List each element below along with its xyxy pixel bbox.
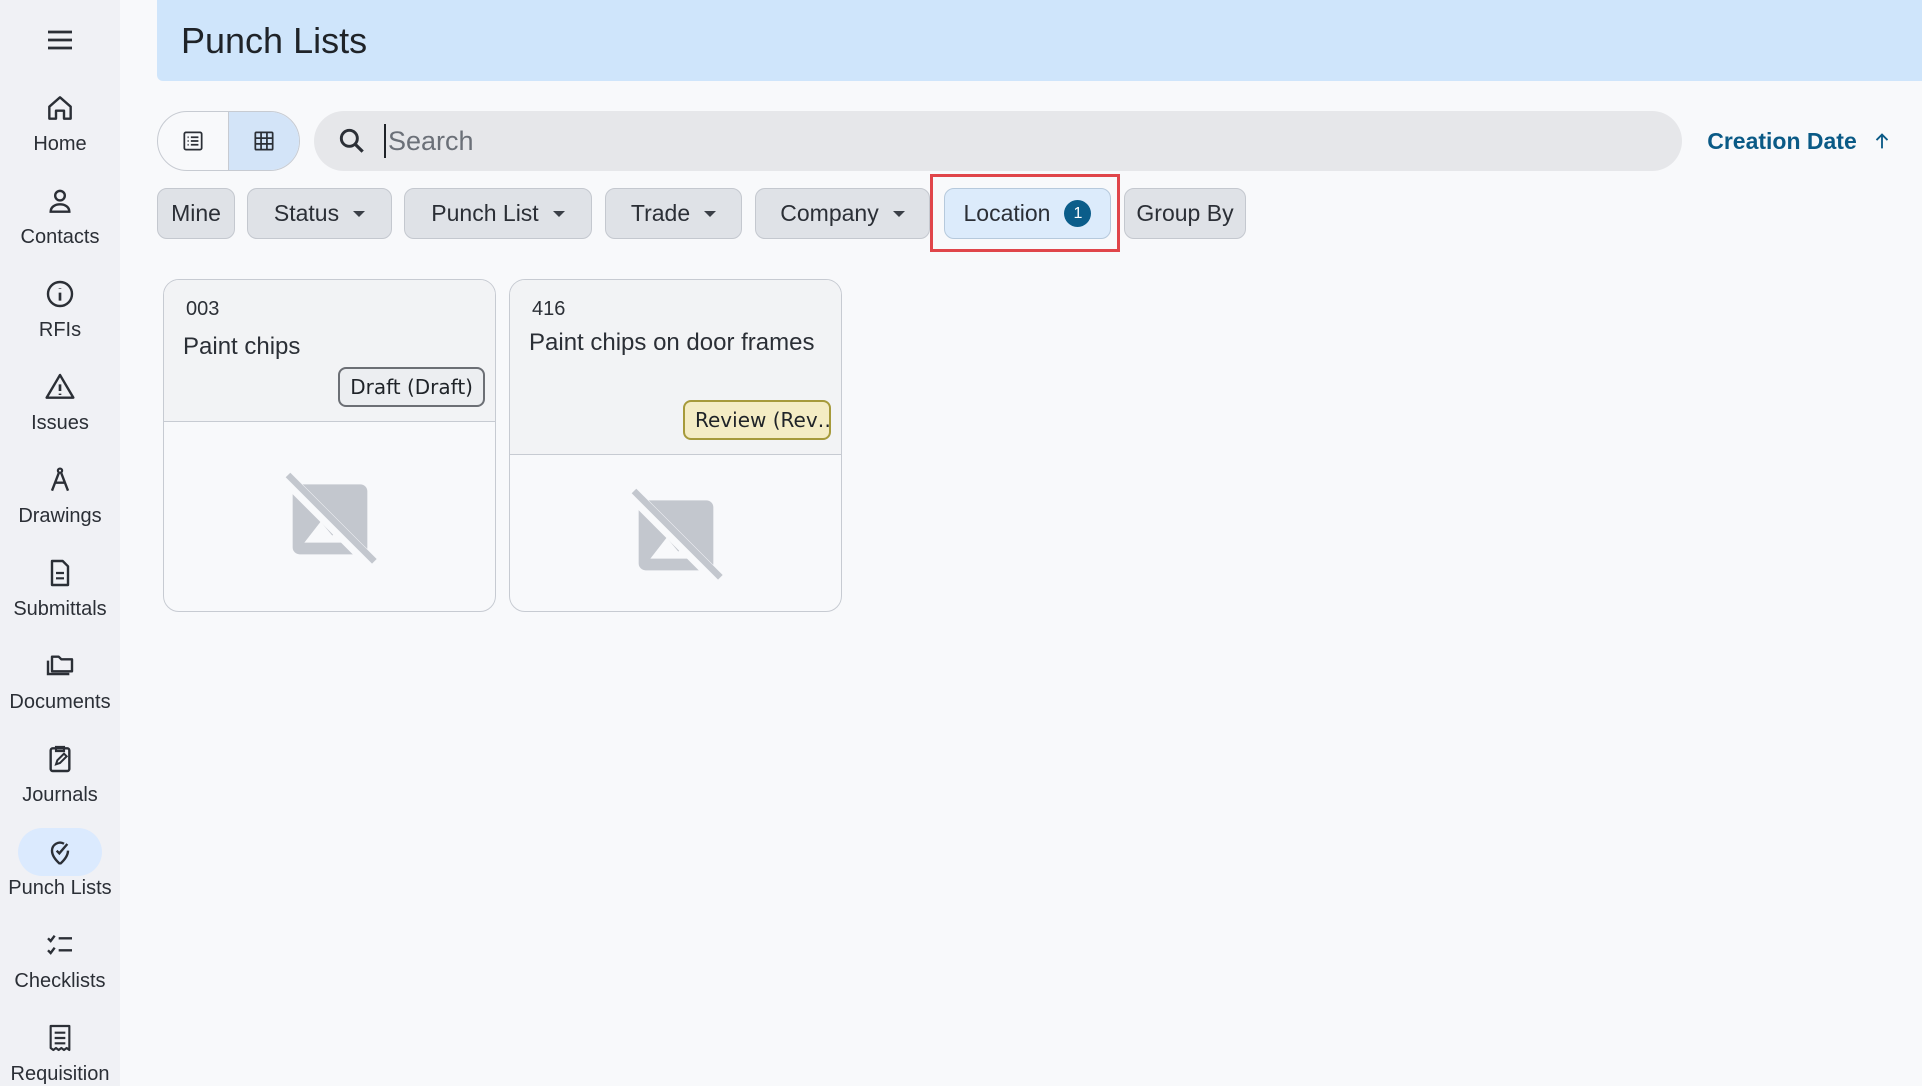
filter-chip-location[interactable]: Location 1: [944, 188, 1111, 239]
nav-item-label: Journals: [22, 784, 98, 806]
filter-chip-trade[interactable]: Trade: [605, 188, 742, 239]
caret-down-icon: [704, 210, 717, 217]
nav-item-journals[interactable]: Journals: [0, 735, 120, 827]
count-badge: 1: [1064, 200, 1092, 227]
clipboard-edit-icon: [18, 735, 102, 783]
card-image-area: [164, 422, 495, 611]
filter-chip-mine[interactable]: Mine: [157, 188, 235, 239]
search-icon: [339, 128, 364, 153]
nav-item-drawings[interactable]: Drawings: [0, 456, 120, 548]
chip-label: Status: [273, 200, 340, 226]
punch-item-card[interactable]: 416 Paint chips on door frames Review (R…: [509, 279, 842, 612]
caret-down-icon: [892, 210, 905, 217]
nav-item-label: Drawings: [18, 505, 102, 527]
grid-view-icon: [254, 131, 274, 151]
warning-icon: [18, 363, 102, 411]
receipt-icon: [18, 1014, 102, 1062]
item-number: 003: [186, 298, 220, 320]
page-title: Punch Lists: [181, 19, 368, 61]
chip-label: Location: [963, 200, 1051, 226]
info-icon: [18, 270, 102, 318]
nav-item-label: Documents: [9, 691, 111, 713]
chip-label: Company: [780, 200, 879, 226]
chip-label: Punch List: [431, 200, 539, 226]
filter-chip-punch-list[interactable]: Punch List: [404, 188, 592, 239]
status-badge: Draft (Draft): [338, 367, 485, 407]
chip-label: Group By: [1136, 200, 1234, 226]
caret-down-icon: [353, 210, 366, 217]
group-by-button[interactable]: Group By: [1124, 188, 1246, 239]
nav-item-punch-lists[interactable]: Punch Lists: [0, 828, 120, 920]
nav-item-label: RFIs: [38, 319, 82, 341]
view-toggle: [157, 111, 300, 171]
filter-chip-company[interactable]: Company: [755, 188, 930, 239]
menu-icon[interactable]: [40, 22, 80, 58]
nav-item-submittals[interactable]: Submittals: [0, 549, 120, 641]
nav-item-contacts[interactable]: Contacts: [0, 177, 120, 269]
arrow-up-icon: [1875, 133, 1888, 149]
card-header: 003 Paint chips Draft (Draft): [164, 280, 495, 422]
nav-item-documents[interactable]: Documents: [0, 642, 120, 734]
nav-item-rfis[interactable]: RFIs: [0, 270, 120, 362]
card-image-area: [510, 455, 841, 611]
no-image-icon: [626, 488, 725, 587]
checklist-icon: [18, 921, 102, 969]
list-view-button[interactable]: [158, 112, 228, 170]
nav-item-label: Contacts: [20, 226, 100, 248]
nav-item-label: Requisition: [10, 1063, 110, 1085]
chip-label: Trade: [630, 200, 691, 226]
search-bar: [314, 111, 1682, 171]
filter-chip-status[interactable]: Status: [247, 188, 392, 239]
home-icon: [18, 84, 102, 132]
caret-down-icon: [552, 210, 565, 217]
nav-item-label: Submittals: [13, 598, 107, 620]
status-badge: Review (Rev…: [683, 400, 831, 440]
nav-item-label: Issues: [31, 412, 89, 434]
sort-button[interactable]: Creation Date: [1700, 111, 1900, 171]
nav-item-checklists[interactable]: Checklists: [0, 921, 120, 1013]
nav-item-home[interactable]: Home: [0, 84, 120, 176]
nav-item-label: Home: [33, 133, 87, 155]
folder-icon: [18, 642, 102, 690]
item-title: Paint chips: [183, 333, 301, 360]
nav-item-label: Checklists: [14, 970, 106, 992]
grid-view-button[interactable]: [228, 112, 299, 170]
document-icon: [18, 549, 102, 597]
item-number: 416: [532, 298, 566, 320]
compass-icon: [18, 456, 102, 504]
search-input[interactable]: [384, 124, 1584, 158]
punch-item-card[interactable]: 003 Paint chips Draft (Draft): [163, 279, 496, 612]
page-header: Punch Lists: [157, 0, 1922, 81]
person-icon: [18, 177, 102, 225]
nav-item-label: Punch Lists: [8, 877, 112, 899]
sort-label: Creation Date: [1707, 127, 1857, 154]
nav-item-requisition[interactable]: Requisition: [0, 1014, 120, 1086]
punch-pin-icon: [18, 828, 102, 876]
card-header: 416 Paint chips on door frames Review (R…: [510, 280, 841, 455]
chip-label: Mine: [171, 200, 221, 226]
nav-rail: Home Contacts RFIs Issues Drawings Submi…: [0, 0, 120, 1086]
nav-item-issues[interactable]: Issues: [0, 363, 120, 455]
list-view-icon: [183, 131, 203, 151]
no-image-icon: [280, 471, 379, 571]
item-title: Paint chips on door frames: [529, 329, 815, 356]
